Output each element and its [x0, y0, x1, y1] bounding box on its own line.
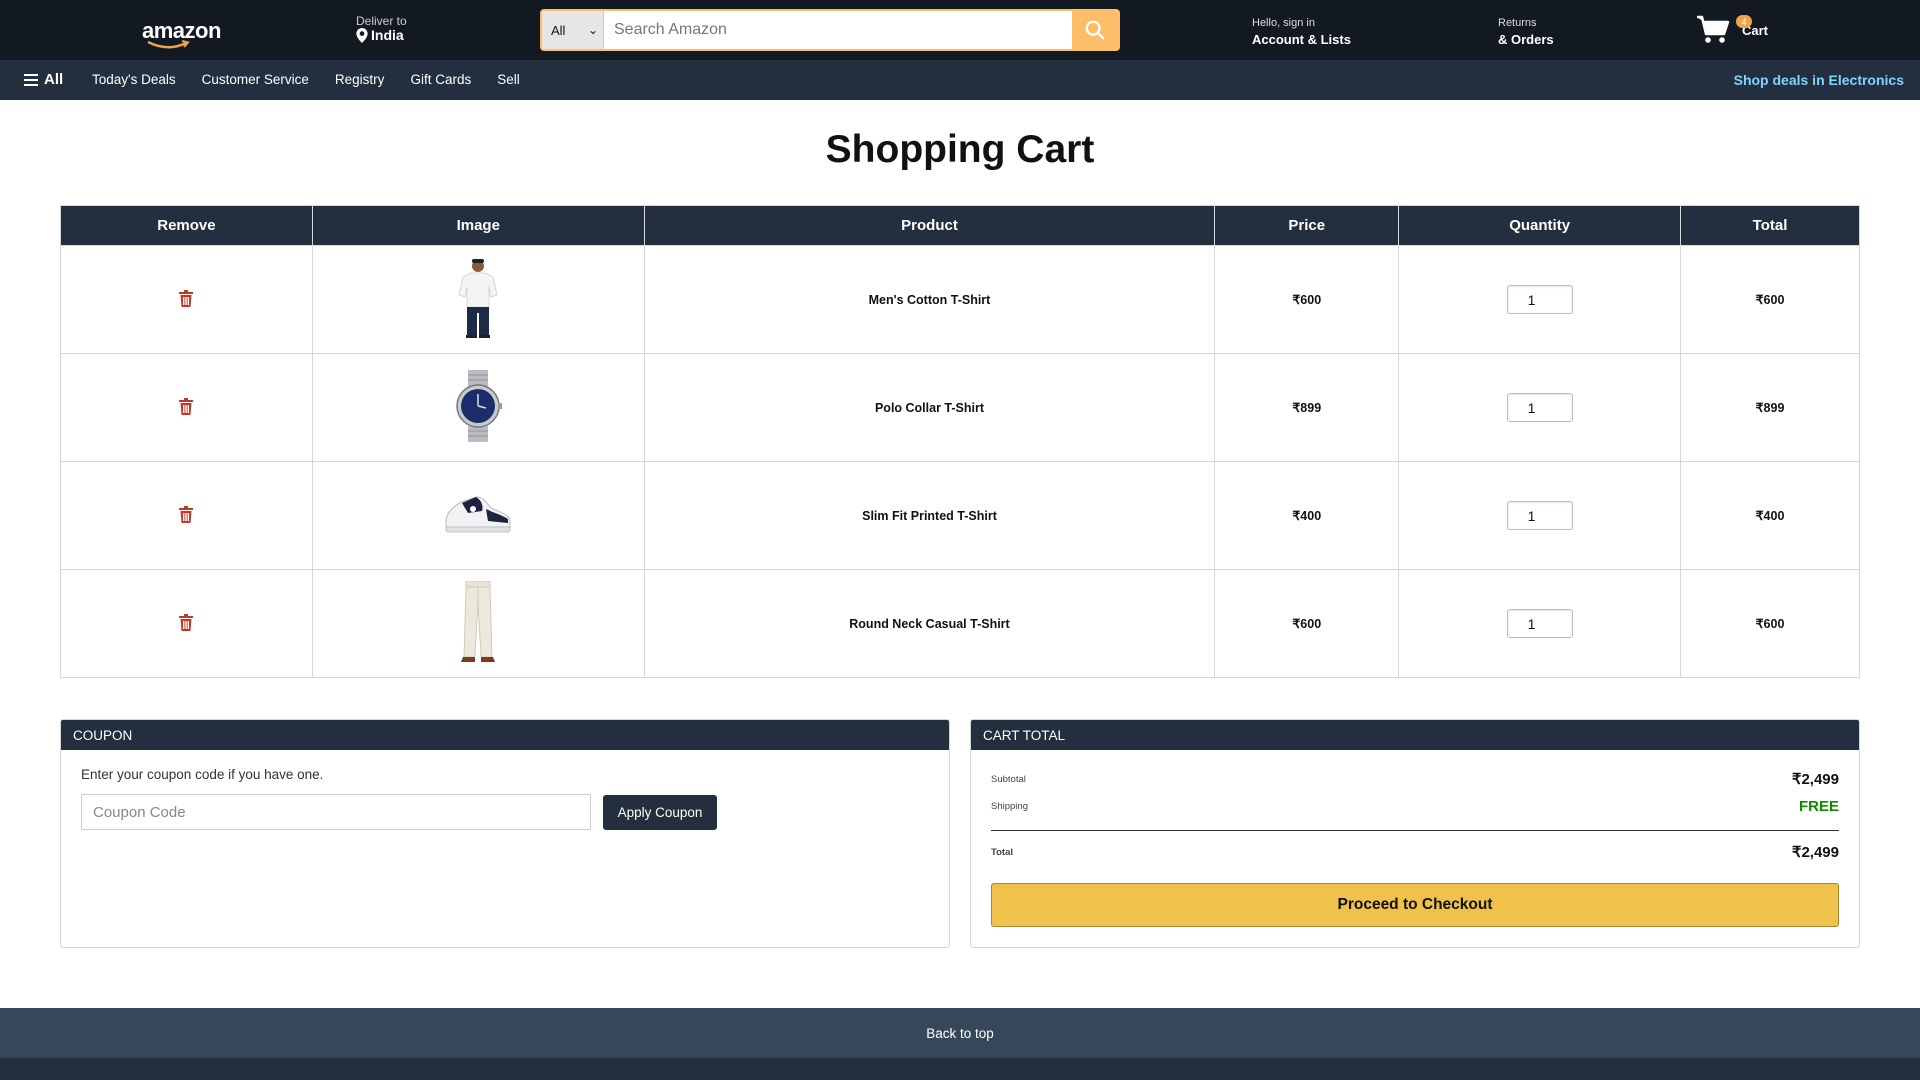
- location-pin-icon: [356, 28, 368, 44]
- shipping-label: Shipping: [991, 801, 1028, 812]
- product-name[interactable]: Polo Collar T-Shirt: [643, 353, 1216, 462]
- subnav-link-customer-service[interactable]: Customer Service: [202, 72, 309, 87]
- subtotal-row: Subtotal ₹2,499: [991, 770, 1839, 788]
- electronics-deals-link[interactable]: Shop deals in Electronics: [1734, 72, 1904, 88]
- product-image-white-tshirt: [458, 259, 498, 338]
- search-icon: [1085, 20, 1105, 40]
- cart-button[interactable]: 4 Cart: [1696, 14, 1768, 44]
- subnav-links: Today's Deals Customer Service Registry …: [92, 72, 520, 87]
- deliver-to[interactable]: Deliver to India: [356, 14, 407, 44]
- subnav-link-sell[interactable]: Sell: [497, 72, 520, 87]
- search-bar: All ⌄ Search Amazon: [540, 9, 1120, 51]
- product-price: ₹899: [1214, 353, 1400, 462]
- subnav-link-registry[interactable]: Registry: [335, 72, 385, 87]
- table-row: Slim Fit Printed T-Shirt ₹400 1 ₹400: [60, 461, 1860, 570]
- line-total: ₹899: [1680, 353, 1860, 462]
- trash-icon[interactable]: [179, 505, 194, 523]
- apply-coupon-button[interactable]: Apply Coupon: [603, 795, 717, 830]
- quantity-input[interactable]: 1: [1506, 393, 1573, 422]
- amazon-logo[interactable]: amazon: [142, 18, 222, 49]
- trash-icon[interactable]: [179, 289, 194, 307]
- column-header-total: Total: [1680, 205, 1860, 246]
- trash-icon[interactable]: [179, 613, 194, 631]
- column-header-price: Price: [1214, 205, 1400, 246]
- product-image-sneaker: [445, 496, 511, 533]
- product-price: ₹600: [1214, 245, 1400, 354]
- column-header-image: Image: [311, 205, 645, 246]
- total-value: ₹2,499: [1791, 844, 1839, 861]
- line-total: ₹600: [1680, 569, 1860, 678]
- subnav-link-todays-deals[interactable]: Today's Deals: [92, 72, 176, 87]
- search-category-select[interactable]: All ⌄: [542, 11, 604, 49]
- all-menu-button[interactable]: All: [24, 71, 63, 88]
- back-to-top-link[interactable]: Back to top: [0, 1008, 1920, 1058]
- top-navbar: amazon Deliver to India All ⌄ Search Ama…: [0, 0, 1920, 60]
- product-image-trousers: [461, 581, 496, 662]
- table-header-row: Remove Image Product Price Quantity Tota…: [60, 205, 1860, 246]
- shipping-value: FREE: [1798, 798, 1839, 815]
- product-name[interactable]: Round Neck Casual T-Shirt: [643, 569, 1216, 678]
- quantity-input[interactable]: 1: [1506, 501, 1573, 530]
- footer: [0, 1058, 1920, 1080]
- coupon-code-input[interactable]: Coupon Code: [81, 794, 591, 830]
- total-label: Total: [991, 846, 1013, 858]
- deliver-location: India: [371, 27, 404, 44]
- quantity-input[interactable]: 1: [1506, 285, 1573, 314]
- cart-count-badge: 4: [1736, 15, 1752, 28]
- secondary-navbar: All Today's Deals Customer Service Regis…: [0, 60, 1920, 100]
- hamburger-icon: [24, 73, 38, 86]
- coupon-hint: Enter your coupon code if you have one.: [81, 767, 324, 782]
- product-price: ₹600: [1214, 569, 1400, 678]
- coupon-panel: COUPON Enter your coupon code if you hav…: [60, 719, 950, 948]
- column-header-product: Product: [643, 205, 1216, 246]
- line-total: ₹600: [1680, 245, 1860, 354]
- table-row: Round Neck Casual T-Shirt ₹600 1 ₹600: [60, 569, 1860, 678]
- quantity-input[interactable]: 1: [1506, 609, 1573, 638]
- table-row: Men's Cotton T-Shirt ₹600 1 ₹600: [60, 245, 1860, 354]
- chevron-down-icon: ⌄: [587, 23, 598, 37]
- returns-orders[interactable]: Returns & Orders: [1498, 17, 1554, 49]
- cart-table: Remove Image Product Price Quantity Tota…: [60, 205, 1860, 678]
- subtotal-label: Subtotal: [991, 773, 1026, 785]
- proceed-to-checkout-button[interactable]: Proceed to Checkout: [991, 883, 1839, 927]
- search-input[interactable]: Search Amazon: [604, 11, 1072, 49]
- column-header-quantity: Quantity: [1398, 205, 1682, 246]
- page-title: Shopping Cart: [825, 128, 1095, 171]
- subtotal-value: ₹2,499: [1791, 771, 1839, 788]
- shipping-row: Shipping FREE: [991, 798, 1839, 815]
- product-name[interactable]: Men's Cotton T-Shirt: [643, 245, 1216, 354]
- column-header-remove: Remove: [60, 205, 313, 246]
- totals-divider: [991, 830, 1839, 831]
- cart-icon: [1697, 15, 1730, 43]
- line-total: ₹400: [1680, 461, 1860, 570]
- subnav-link-gift-cards[interactable]: Gift Cards: [410, 72, 471, 87]
- account-lists[interactable]: Hello, sign in Account & Lists: [1252, 17, 1351, 49]
- cart-total-panel: CART TOTAL Subtotal ₹2,499 Shipping FREE…: [970, 719, 1860, 948]
- product-price: ₹400: [1214, 461, 1400, 570]
- coupon-panel-title: COUPON: [61, 720, 949, 750]
- table-row: Polo Collar T-Shirt ₹899 1 ₹899: [60, 353, 1860, 462]
- product-image-wrist-watch: [456, 370, 503, 442]
- cart-total-title: CART TOTAL: [971, 720, 1859, 750]
- smile-arrow-icon: [147, 40, 190, 49]
- trash-icon[interactable]: [179, 397, 194, 415]
- search-button[interactable]: [1072, 11, 1118, 49]
- total-row: Total ₹2,499: [991, 843, 1839, 861]
- product-name[interactable]: Slim Fit Printed T-Shirt: [643, 461, 1216, 570]
